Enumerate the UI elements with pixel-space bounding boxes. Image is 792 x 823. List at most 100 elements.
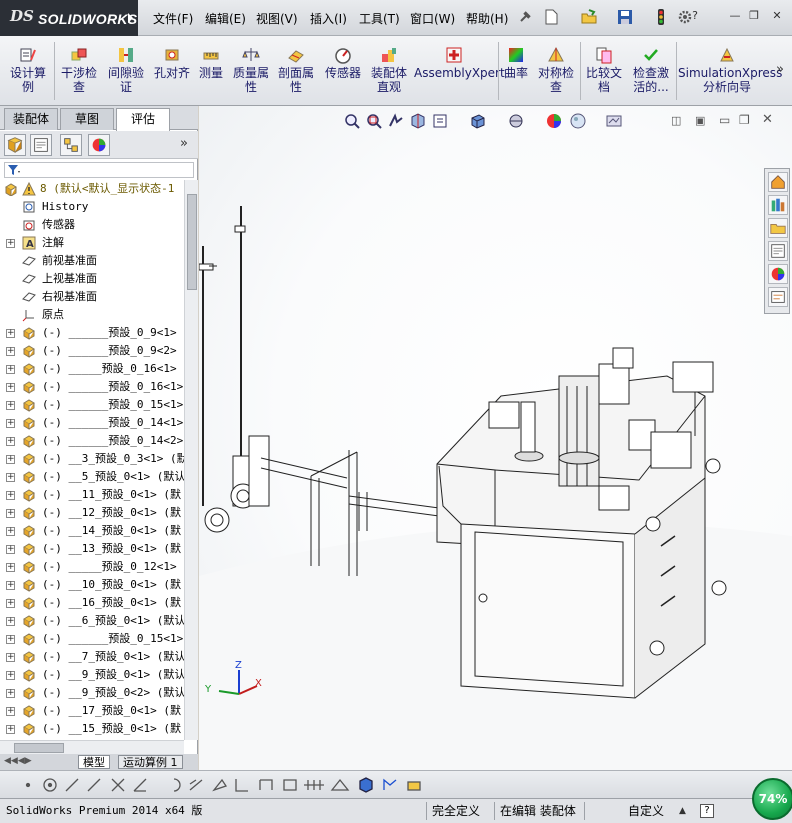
expand-plus-icon[interactable]: + — [6, 563, 15, 572]
view-palette-icon[interactable] — [768, 241, 788, 261]
appearances-scenes-icon[interactable] — [768, 264, 788, 284]
expand-plus-icon[interactable]: + — [6, 509, 15, 518]
measure-button[interactable]: 测量 — [194, 40, 228, 80]
tree-horizontal-scrollbar[interactable] — [0, 740, 184, 754]
solidworks-resources-icon[interactable] — [768, 172, 788, 192]
expand-plus-icon[interactable]: + — [6, 473, 15, 482]
mass-properties-button[interactable]: 质量属 性 — [230, 40, 272, 94]
featuremanager-tree-icon[interactable] — [4, 134, 26, 156]
tree-item[interactable]: + (-) __15_预設_0<1> (默 — [0, 720, 184, 738]
tree-item[interactable]: + (-) ______预設_0_15<1> — [0, 396, 184, 414]
tree-item[interactable]: + (-) _____预設_0_16<1> ( — [0, 360, 184, 378]
tree-item[interactable]: + (-) __14_预設_0<1> (默 — [0, 522, 184, 540]
tree-item[interactable]: + (-) __13_预設_0<1> (默 — [0, 540, 184, 558]
expand-plus-icon[interactable]: + — [6, 707, 15, 716]
rebuild-traffic-light-icon[interactable] — [652, 8, 670, 26]
scrollbar-thumb[interactable] — [14, 743, 64, 753]
tree-item[interactable]: + (-) __17_预設_0<1> (默 — [0, 702, 184, 720]
units-selector[interactable]: 自定义 — [628, 804, 664, 818]
tree-filter-field[interactable] — [4, 162, 194, 178]
new-document-icon[interactable] — [542, 8, 560, 26]
filter-funnel-icon[interactable] — [7, 164, 21, 176]
expand-plus-icon[interactable]: + — [6, 437, 15, 446]
tree-item[interactable]: + (-) __5_预設_0<1> (默认 — [0, 468, 184, 486]
symmetry-check-button[interactable]: 对称检 查 — [534, 40, 578, 94]
open-folder-icon[interactable] — [580, 8, 598, 26]
file-explorer-icon[interactable] — [768, 218, 788, 238]
pin-icon[interactable] — [516, 8, 534, 26]
expand-plus-icon[interactable]: + — [6, 383, 15, 392]
configurationmanager-icon[interactable] — [60, 134, 82, 156]
expand-plus-icon[interactable]: + — [6, 527, 15, 536]
scrollbar-thumb[interactable] — [187, 194, 197, 290]
help-question-icon[interactable]: ? — [688, 10, 702, 23]
tree-item[interactable]: + (-) __6_预設_0<1> (默认 — [0, 612, 184, 630]
tree-item[interactable]: + (-) __7_预設_0<1> (默认 — [0, 648, 184, 666]
tree-item[interactable]: + (-) ______预設_0_14<2> — [0, 432, 184, 450]
expand-plus-icon[interactable]: + — [6, 635, 15, 644]
tree-item[interactable]: + (-) __12_预設_0<1> (默 — [0, 504, 184, 522]
tree-item[interactable]: 右视基准面 — [0, 288, 184, 306]
tree-item[interactable]: + (-) __10_预設_0<1> (默 — [0, 576, 184, 594]
expand-plus-icon[interactable]: + — [6, 347, 15, 356]
restore-button[interactable]: ❐ — [747, 10, 761, 23]
expand-plus-icon[interactable]: + — [6, 491, 15, 500]
panel-expand-chevron-icon[interactable]: » — [180, 136, 188, 151]
menu-file[interactable]: 文件(F) — [153, 10, 193, 27]
help-icon[interactable]: ? — [700, 804, 714, 818]
tree-item[interactable]: + (-) ______预設_0_15<1> ( — [0, 630, 184, 648]
expand-plus-icon[interactable]: + — [6, 617, 15, 626]
expand-plus-icon[interactable]: + — [6, 671, 15, 680]
tree-item[interactable]: + (-) __11_预設_0<1> (默 — [0, 486, 184, 504]
tree-item[interactable]: + A 注解 — [0, 234, 184, 252]
menu-window[interactable]: 窗口(W) — [410, 10, 455, 27]
performance-zoom-badge[interactable]: 74% — [752, 778, 792, 820]
menu-help[interactable]: 帮助(H) — [466, 10, 508, 27]
expand-plus-icon[interactable]: + — [6, 401, 15, 410]
propertymanager-icon[interactable] — [30, 134, 52, 156]
clearance-verification-button[interactable]: 间隙验 证 — [104, 40, 148, 94]
tree-item[interactable]: 前视基准面 — [0, 252, 184, 270]
expand-plus-icon[interactable]: + — [6, 545, 15, 554]
tree-root-assembly[interactable]: 8 (默认<默认_显示状态-1 — [0, 180, 184, 198]
hole-alignment-button[interactable]: 孔对齐 — [150, 40, 194, 80]
close-button[interactable]: ✕ — [770, 10, 784, 23]
sensor-button[interactable]: 传感器 — [322, 40, 364, 80]
simulationxpress-button[interactable]: SimulationXpress 分析向导 — [678, 40, 782, 94]
section-properties-button[interactable]: 剖面属 性 — [274, 40, 318, 94]
tree-item[interactable]: + (-) _____预設_0_12<1> ( — [0, 558, 184, 576]
menu-view[interactable]: 视图(V) — [256, 10, 298, 27]
design-library-icon[interactable] — [768, 195, 788, 215]
check-active-button[interactable]: 检查激 活的... — [628, 40, 674, 94]
expand-plus-icon[interactable]: + — [6, 365, 15, 374]
solidworks-logo[interactable]: DS SOLIDWORKS — [0, 0, 138, 36]
tab-assembly[interactable]: 装配体 — [4, 108, 58, 130]
tab-model[interactable]: 模型 — [78, 755, 110, 769]
sketch-tools-icons[interactable] — [24, 776, 424, 794]
tree-item[interactable]: 传感器 — [0, 216, 184, 234]
tab-motion-study-1[interactable]: 运动算例 1 — [118, 755, 183, 769]
design-study-button[interactable]: 设计算 例 — [6, 40, 50, 94]
interference-check-button[interactable]: 干涉检 查 — [56, 40, 102, 94]
expand-plus-icon[interactable]: + — [6, 419, 15, 428]
tree-item[interactable]: 原点 — [0, 306, 184, 324]
tree-item[interactable]: + (-) __3_预設_0_3<1> (默 — [0, 450, 184, 468]
tree-item[interactable]: + (-) ______预設_0_9<1> — [0, 324, 184, 342]
menu-tools[interactable]: 工具(T) — [359, 10, 400, 27]
tree-item[interactable]: + (-) __16_预設_0<1> (默 — [0, 594, 184, 612]
graphics-viewport[interactable]: ◫ ▣ ▭ ❐ ✕ Z X Y — [199, 106, 792, 770]
more-commands-chevron-icon[interactable]: » — [776, 62, 784, 77]
expand-plus-icon[interactable]: + — [6, 653, 15, 662]
tree-vertical-scrollbar[interactable] — [184, 180, 198, 740]
tree-item[interactable]: + (-) ______预設_0_16<1> — [0, 378, 184, 396]
assembly-visualization-button[interactable]: 装配体 直观 — [366, 40, 412, 94]
displaymanager-icon[interactable] — [88, 134, 110, 156]
expand-plus-icon[interactable]: + — [6, 239, 15, 248]
curvature-button[interactable]: 曲率 — [500, 40, 532, 80]
tree-item[interactable]: + (-) ______预設_0_9<2> — [0, 342, 184, 360]
assemblyxpert-button[interactable]: AssemblyXpert — [414, 40, 505, 80]
tree-item[interactable]: + (-) __9_预設_0<1> (默认 — [0, 666, 184, 684]
tab-scroll-arrows-icon[interactable]: ◀◀◀▶ — [4, 756, 32, 766]
tree-item[interactable]: + (-) ______预設_0_14<1> — [0, 414, 184, 432]
expand-plus-icon[interactable]: + — [6, 581, 15, 590]
